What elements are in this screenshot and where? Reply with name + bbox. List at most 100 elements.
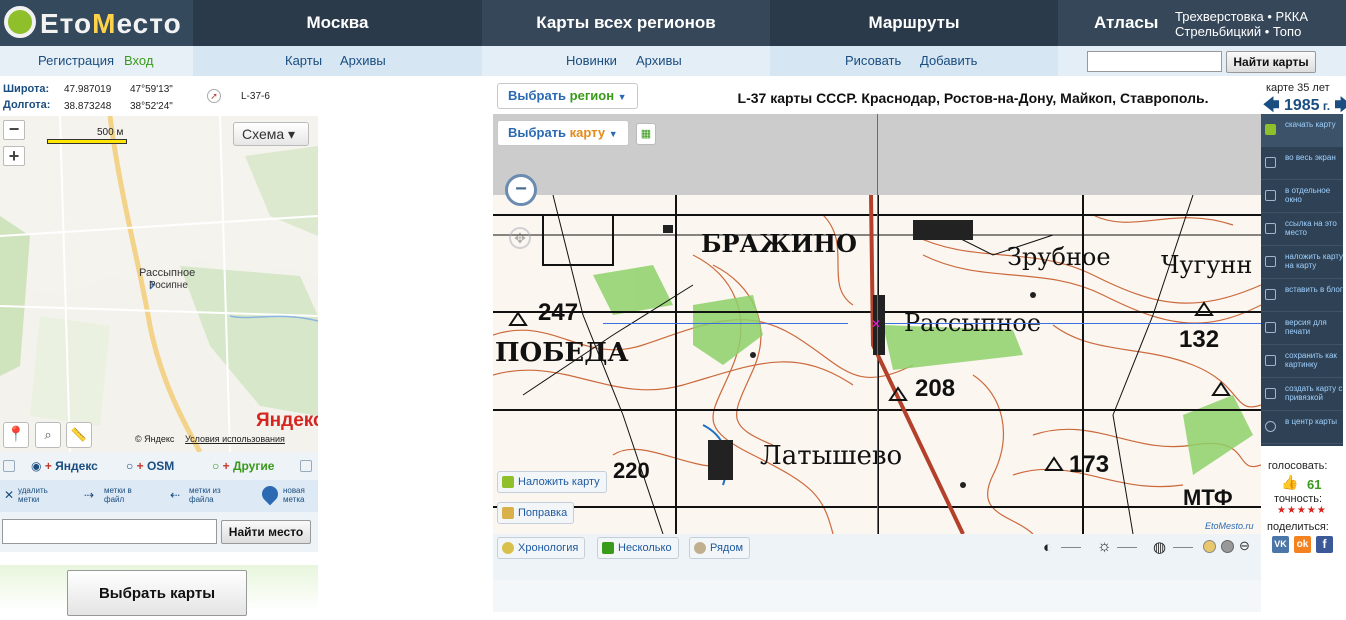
pin-tool-icon[interactable]: 📍 (3, 422, 29, 448)
map-title-bar: Выбрать регион ▼ L-37 карты СССР. Красно… (493, 80, 1261, 114)
pencil-icon (1265, 289, 1276, 300)
delete-marks-button[interactable]: удалить метки (18, 486, 68, 504)
expand-icon[interactable] (300, 460, 312, 472)
archives-link-2[interactable]: Архивы (636, 46, 682, 76)
map-tools: скачать карту во весь экран в отдельное … (1261, 114, 1343, 446)
zoom-out-button[interactable]: − (3, 120, 25, 140)
nearby-label: Рядом (710, 542, 744, 554)
provider-radio-yandex[interactable]: ◉ + Яндекс (31, 459, 98, 473)
collapse-icon[interactable] (3, 460, 15, 472)
latitude-dms: 47°59'13" (130, 84, 173, 95)
draw-link[interactable]: Рисовать (845, 46, 901, 76)
marks-from-file-icon[interactable]: ⇠ (170, 488, 180, 502)
facebook-share-icon[interactable]: f (1316, 536, 1333, 553)
map-label-h208: 208 (915, 375, 956, 402)
nav-all-regions[interactable]: Карты всех регионов (482, 0, 770, 46)
select-map-button[interactable]: Выбрать карту ▼ (497, 120, 629, 146)
chronology-label: Хронология (518, 542, 579, 554)
compass-icon[interactable]: ➚ (207, 89, 221, 103)
atlas-links-line1[interactable]: Трехверстовка • РККА (1175, 9, 1308, 24)
map-zoom-out-button[interactable]: − (505, 174, 537, 206)
back-arrow-icon[interactable]: ⊖ (1239, 538, 1250, 554)
find-place-button[interactable]: Найти место (221, 520, 311, 544)
new-window-icon (1265, 190, 1276, 201)
tool-new-window[interactable]: в отдельное окно (1261, 180, 1343, 213)
grid-icon[interactable]: ▦ (636, 123, 656, 145)
archives-link[interactable]: Архивы (340, 46, 386, 76)
next-year-icon[interactable]: 🡆 (1335, 97, 1346, 114)
yandex-copyright: © Яндекс (135, 434, 175, 444)
vk-share-icon[interactable]: VK (1272, 536, 1289, 553)
contrast-slider[interactable] (1061, 547, 1081, 548)
site-logo[interactable]: ЕтоМесто (0, 0, 193, 46)
atlas-links[interactable]: Трехверстовка • РККА Стрельбицкий • Топо (1175, 9, 1308, 39)
left-mini-map[interactable]: − + 500 м Схема ▾ Рассыпное Росипне Янде… (0, 116, 318, 452)
contrast-icon[interactable]: ◐ (1043, 539, 1052, 556)
tool-georeference-label: создать карту с привязкой (1285, 384, 1343, 402)
tool-overlay[interactable]: наложить карту на карту (1261, 246, 1343, 279)
map-type-value: Схема (242, 126, 285, 142)
tool-blog-label: вставить в блог (1285, 285, 1343, 294)
correction-label: Поправка (518, 507, 568, 519)
register-link[interactable]: Регистрация (38, 46, 114, 76)
marks-to-file-icon[interactable]: ⇢ (84, 488, 94, 502)
maps-link[interactable]: Карты (285, 46, 322, 76)
correction-button[interactable]: Поправка (497, 502, 575, 524)
tool-fullscreen[interactable]: во весь экран (1261, 147, 1343, 180)
map-bottom-toolbar: Хронология Несколько Рядом ◐ ☼ ◍ ⊖ (493, 534, 1261, 564)
select-region-button[interactable]: Выбрать регион ▼ (497, 83, 638, 109)
terms-link[interactable]: Условия использования (185, 434, 285, 444)
new-mark-button[interactable]: новая метка (283, 486, 318, 504)
login-link[interactable]: Вход (124, 46, 153, 76)
overlay-map-button[interactable]: Наложить карту (497, 471, 607, 493)
gray-mode-icon[interactable] (1221, 540, 1234, 553)
marks-from-file-button[interactable]: метки из файла (189, 486, 234, 504)
several-button[interactable]: Несколько (597, 537, 679, 559)
tool-print[interactable]: версия для печати (1261, 312, 1343, 345)
provider-radio-osm[interactable]: ○ + OSM (126, 459, 174, 473)
nav-moscow[interactable]: Москва (193, 0, 482, 46)
tool-center[interactable]: в центр карты (1261, 411, 1343, 444)
select-map-label: Выбрать (508, 125, 570, 140)
opacity-icon[interactable]: ◍ (1153, 538, 1166, 556)
brightness-icon[interactable]: ☼ (1097, 538, 1112, 556)
tool-overlay-label: наложить карту на карту (1285, 252, 1344, 270)
tool-blog[interactable]: вставить в блог (1261, 279, 1343, 312)
brightness-slider[interactable] (1117, 547, 1137, 548)
ok-share-icon[interactable]: ok (1294, 536, 1311, 553)
add-link[interactable]: Добавить (920, 46, 977, 76)
place-search-input[interactable] (2, 519, 217, 544)
map-label-h132: 132 (1179, 326, 1220, 353)
ruler-tool-icon[interactable]: 📏 (66, 422, 92, 448)
tool-georeference[interactable]: создать карту с привязкой (1261, 378, 1343, 411)
atlas-links-line2[interactable]: Стрельбицкий • Топо (1175, 24, 1308, 39)
accuracy-stars[interactable]: ★★★★★ (1277, 505, 1327, 516)
correction-icon (502, 507, 514, 519)
nav-routes[interactable]: Маршруты (770, 0, 1058, 46)
delete-marks-icon[interactable]: ✕ (4, 488, 14, 502)
latitude-label: Широта: (3, 83, 50, 95)
tool-save-image[interactable]: сохранить как картинку (1261, 345, 1343, 378)
chronology-button[interactable]: Хронология (497, 537, 586, 559)
new-mark-icon[interactable] (258, 482, 282, 506)
map-search-input[interactable] (1087, 51, 1222, 72)
several-icon (602, 542, 614, 554)
sheet-code: L-37-6 (241, 91, 270, 102)
color-mode-icon[interactable] (1203, 540, 1216, 553)
tool-link[interactable]: ссылка на это место (1261, 213, 1343, 246)
select-maps-button[interactable]: Выбрать карты (67, 570, 247, 616)
news-link[interactable]: Новинки (566, 46, 617, 76)
thumbs-up-icon[interactable]: 👍 (1281, 474, 1298, 491)
prev-year-icon[interactable]: 🡄 (1263, 97, 1280, 114)
opacity-slider[interactable] (1173, 547, 1193, 548)
map-type-select[interactable]: Схема ▾ (233, 122, 309, 146)
topo-map-view[interactable]: БРАЖИНО Зрубное Чугунн 247 ПОБЕДА Рассып… (493, 114, 1261, 534)
provider-radio-other[interactable]: ○ + Другие (212, 459, 274, 473)
map-pan-control-icon[interactable]: ✥ (509, 227, 531, 249)
find-maps-button[interactable]: Найти карты (1226, 51, 1316, 73)
marks-to-file-button[interactable]: метки в файл (104, 486, 149, 504)
nearby-button[interactable]: Рядом (689, 537, 751, 559)
tool-download[interactable]: скачать карту (1261, 114, 1343, 147)
magnifier-tool-icon[interactable]: ⌕ (35, 422, 61, 448)
zoom-in-button[interactable]: + (3, 146, 25, 166)
